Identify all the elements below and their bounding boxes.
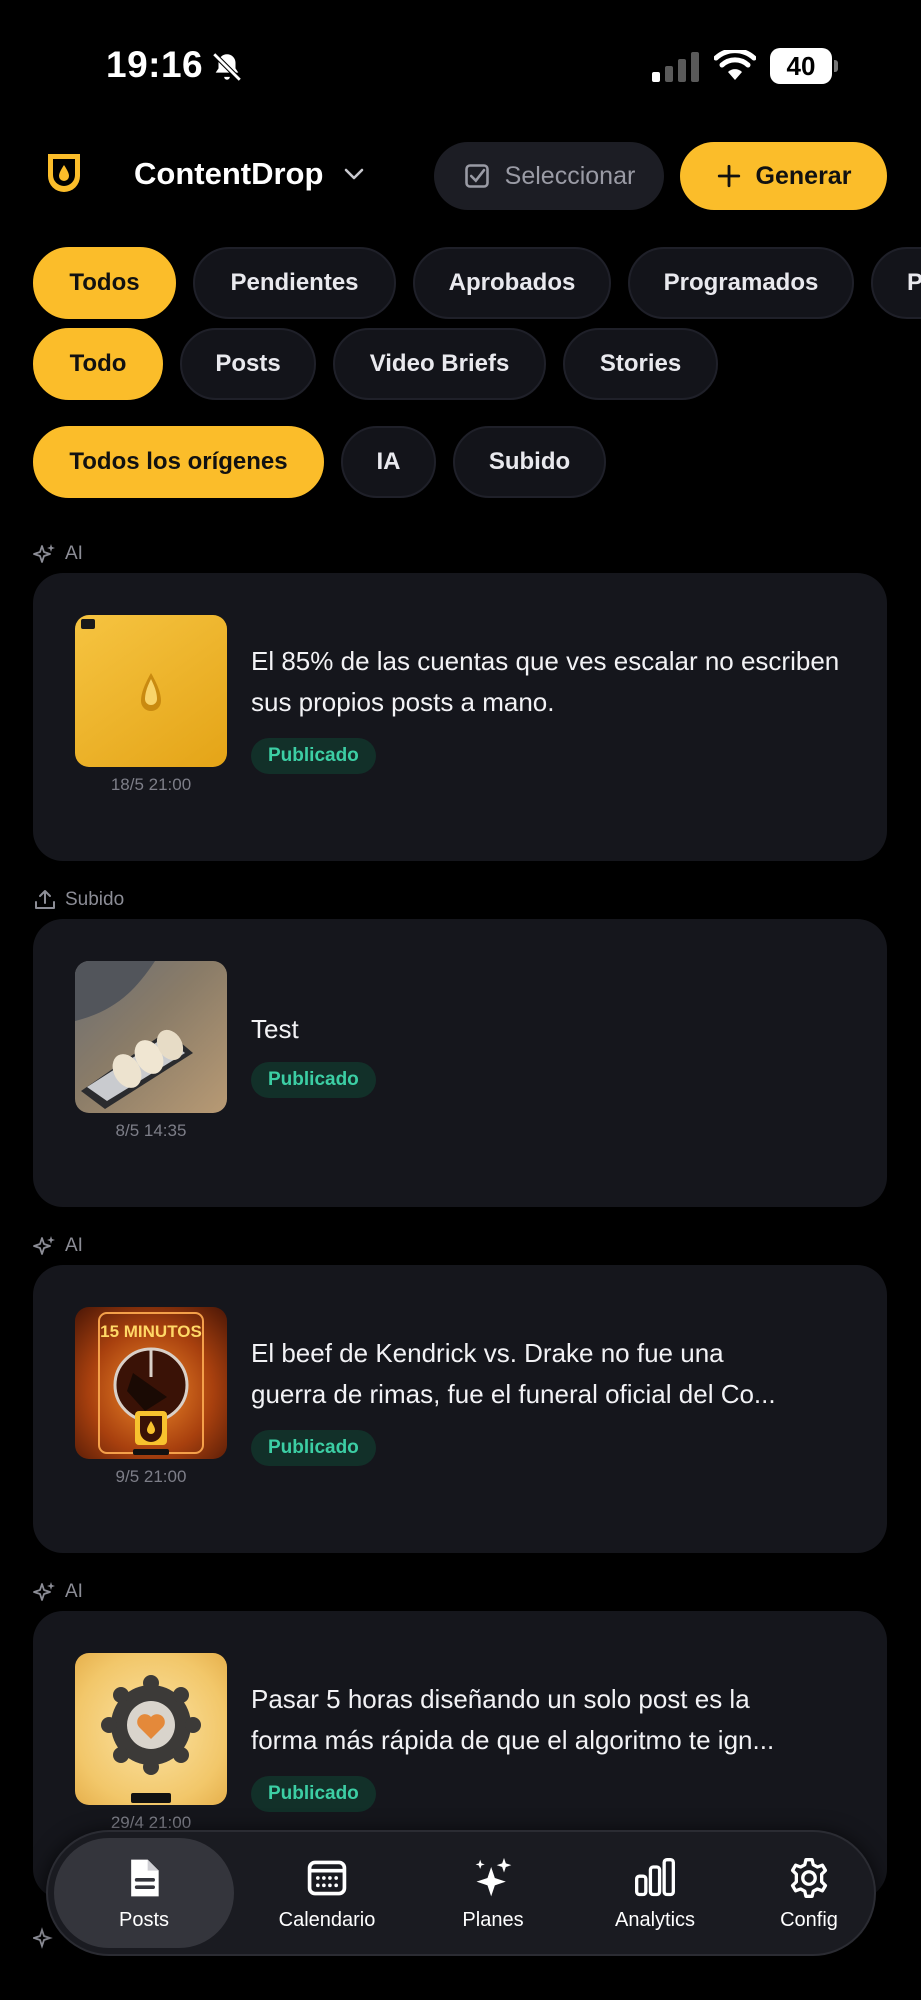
chip-type-posts[interactable]: Posts [180, 328, 316, 400]
post-thumbnail: 15 MINUTOS [75, 1307, 227, 1459]
post-date: 18/5 21:00 [110, 775, 192, 794]
post-thumbnail [75, 615, 227, 767]
post-text: El 85% de las cuentas que ves escalar no… [251, 646, 840, 717]
battery-level: 40 [786, 51, 816, 81]
battery-icon: 40 [770, 48, 838, 84]
bell-muted-icon [212, 52, 242, 82]
cell-signal-icon [652, 52, 699, 82]
chip-status-pendientes[interactable]: Pendientes [193, 247, 396, 319]
post-date: 8/5 14:35 [115, 1121, 187, 1140]
chip-type-video-briefs[interactable]: Video Briefs [333, 328, 546, 400]
source-label-text: Subido [65, 889, 125, 910]
sparkles-icon [33, 1927, 53, 1949]
nav-calendar[interactable]: Calendario [242, 1832, 412, 1954]
nav-label: Config [780, 1908, 838, 1931]
origin-filter-row: Todos los orígenes IA Subido [33, 426, 606, 498]
nav-label: Calendario [278, 1908, 376, 1931]
source-label-text: AI [65, 1581, 83, 1602]
type-filter-row: Todo Posts Video Briefs Stories [33, 328, 718, 400]
post-date: 9/5 21:00 [115, 1467, 187, 1486]
calendar-icon [307, 1860, 347, 1895]
sparkles-icon [33, 1236, 55, 1255]
post-text: Test [251, 1014, 299, 1044]
post-thumbnail [75, 1653, 227, 1805]
generate-button[interactable]: Generar [680, 142, 887, 210]
chip-origin-ia[interactable]: IA [341, 426, 436, 498]
chip-type-stories[interactable]: Stories [563, 328, 718, 400]
post-card[interactable]: 18/5 21:00 El 85% de las cuentas que ves… [33, 573, 887, 861]
status-badge: Publicado [251, 1776, 376, 1812]
status-badge: Publicado [251, 1430, 376, 1466]
source-label-ai: AI [33, 1580, 83, 1604]
post-text: El beef de Kendrick vs. Drake no fue una… [251, 1333, 851, 1415]
checkbox-icon [464, 164, 489, 188]
post-text: Pasar 5 horas diseñando un solo post es … [251, 1679, 851, 1761]
status-time: 19:16 [106, 44, 204, 85]
post-text-line: forma más rápida de que el algoritmo te … [251, 1725, 775, 1755]
nav-label: Planes [462, 1908, 524, 1931]
source-label-ai: AI [33, 1234, 83, 1258]
post-thumbnail [75, 961, 227, 1113]
upload-icon [35, 890, 55, 909]
wifi-icon [714, 50, 756, 80]
sparkles-icon [33, 1582, 55, 1601]
status-badge: Publicado [251, 1062, 376, 1098]
gear-icon [790, 1857, 828, 1898]
app-title[interactable]: ContentDrop [134, 156, 323, 192]
nav-config[interactable]: Config [744, 1832, 874, 1954]
source-label-ai: AI [33, 542, 83, 566]
nav-plans[interactable]: Planes [420, 1832, 566, 1954]
post-text-line: Pasar 5 horas diseñando un solo post es … [251, 1684, 750, 1714]
source-label-uploaded: Subido [33, 888, 124, 912]
thumbnail-caption: 15 MINUTOS [100, 1322, 202, 1341]
chip-status-todos[interactable]: Todos [33, 247, 176, 319]
chip-type-todo[interactable]: Todo [33, 328, 163, 400]
nav-label: Posts [118, 1908, 170, 1931]
app-logo-icon [48, 154, 80, 192]
source-label-text: AI [65, 543, 83, 564]
select-button[interactable]: Seleccionar [434, 142, 664, 210]
chip-origin-all[interactable]: Todos los orígenes [33, 426, 324, 498]
bar-chart-icon [635, 1857, 675, 1896]
bottom-nav: Posts Calendario Planes Analytics Config [46, 1830, 876, 1956]
status-badge: Publicado [251, 738, 376, 774]
post-text-line: El beef de Kendrick vs. Drake no fue una [251, 1338, 724, 1368]
nav-analytics[interactable]: Analytics [574, 1832, 736, 1954]
sparkles-icon [33, 544, 55, 563]
post-card[interactable]: 8/5 14:35 Test Publicado [33, 919, 887, 1207]
select-button-label: Seleccionar [504, 161, 636, 190]
chevron-down-icon[interactable] [342, 162, 366, 186]
source-label-text: AI [65, 1235, 83, 1256]
status-filter-row: Todos Pendientes Aprobados Programados P [33, 247, 921, 319]
plus-icon [717, 164, 740, 188]
chip-origin-subido[interactable]: Subido [453, 426, 606, 498]
chip-status-programados[interactable]: Programados [628, 247, 854, 319]
nav-posts[interactable]: Posts [54, 1838, 234, 1948]
document-icon [131, 1859, 159, 1896]
sparkles-icon [475, 1857, 512, 1896]
nav-label: Analytics [614, 1908, 696, 1931]
generate-button-label: Generar [755, 161, 852, 190]
chip-status-aprobados[interactable]: Aprobados [413, 247, 611, 319]
post-text-line: guerra de rimas, fue el funeral oficial … [251, 1379, 776, 1409]
post-card[interactable]: 15 MINUTOS 9/5 21:00 El beef de Kendrick… [33, 1265, 887, 1553]
chip-status-publicados[interactable]: P [871, 247, 921, 319]
source-label-ai [33, 1926, 57, 1950]
